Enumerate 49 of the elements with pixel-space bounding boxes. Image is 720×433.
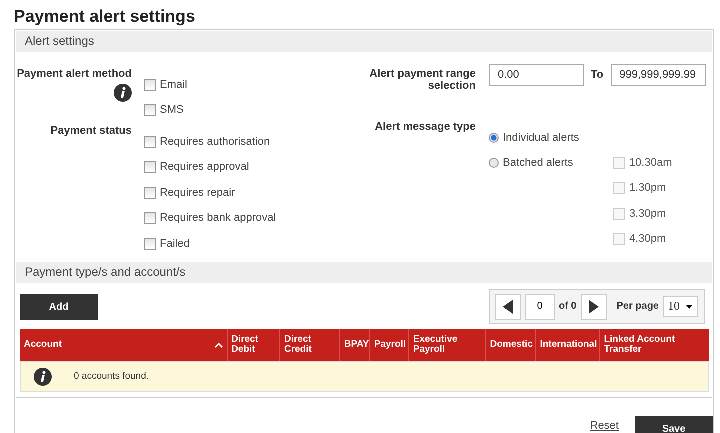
field-label: Payment alert method <box>17 68 132 80</box>
field-label: Alert message type <box>375 121 476 133</box>
checkbox-label: Failed <box>160 238 190 250</box>
checkbox[interactable] <box>144 161 156 174</box>
per-page-label: Per page <box>616 301 659 312</box>
save-button[interactable]: Save <box>635 416 713 433</box>
amount-to-field[interactable]: 999,999,999.99 <box>610 64 706 86</box>
per-page-select[interactable]: 10 <box>663 296 698 317</box>
checkbox-label: 3.30pm <box>629 208 666 220</box>
checkbox[interactable] <box>144 78 156 91</box>
page-field[interactable]: 0 <box>524 294 555 320</box>
radio-label: Batched alerts <box>503 157 574 170</box>
checkbox-label: Email <box>160 78 188 91</box>
dropdown-arrow-icon <box>686 304 693 308</box>
section-header: Payment type/s and account/s <box>16 262 712 283</box>
radio-button[interactable] <box>489 158 499 168</box>
checkbox[interactable] <box>144 212 156 224</box>
checkbox[interactable] <box>144 238 156 250</box>
info-icon[interactable] <box>114 84 132 102</box>
left-arrow-icon <box>502 300 513 314</box>
reset-link[interactable]: Reset <box>590 420 619 432</box>
sort-icon[interactable] <box>214 342 223 348</box>
previous-page-button[interactable] <box>494 294 521 320</box>
add-button[interactable]: Add <box>20 294 98 320</box>
checkbox-label: SMS <box>160 104 184 116</box>
page-title: Payment alert settings <box>14 7 196 27</box>
field-label: Payment status <box>50 125 132 137</box>
checkbox-label: Requires authorisation <box>160 136 270 148</box>
checkbox-label: 10.30am <box>629 156 672 169</box>
column-header[interactable]: Linked Account Transfer <box>600 329 709 361</box>
checkbox-label: Requires bank approval <box>160 212 276 224</box>
checkbox[interactable] <box>144 186 156 199</box>
to-label: To <box>591 68 604 81</box>
page-count: of 0 <box>558 301 577 312</box>
checkbox-label: Requires approval <box>160 161 250 174</box>
amount-from-field[interactable]: 0.00 <box>489 64 584 86</box>
radio-button[interactable] <box>489 132 499 143</box>
checkbox-label: Requires repair <box>160 186 236 199</box>
right-arrow-icon <box>588 300 599 314</box>
radio-label: Individual alerts <box>503 132 580 144</box>
info-icon <box>34 368 52 386</box>
checkbox[interactable] <box>144 136 156 148</box>
section-header: Alert settings <box>16 31 712 52</box>
checkbox[interactable] <box>144 104 156 116</box>
empty-message: 0 accounts found. <box>74 371 149 382</box>
checkbox-label: 4.30pm <box>629 233 666 246</box>
field-label: Alert payment range selection <box>368 68 476 92</box>
next-page-button[interactable] <box>580 294 607 320</box>
checkbox-label: 1.30pm <box>629 182 666 194</box>
